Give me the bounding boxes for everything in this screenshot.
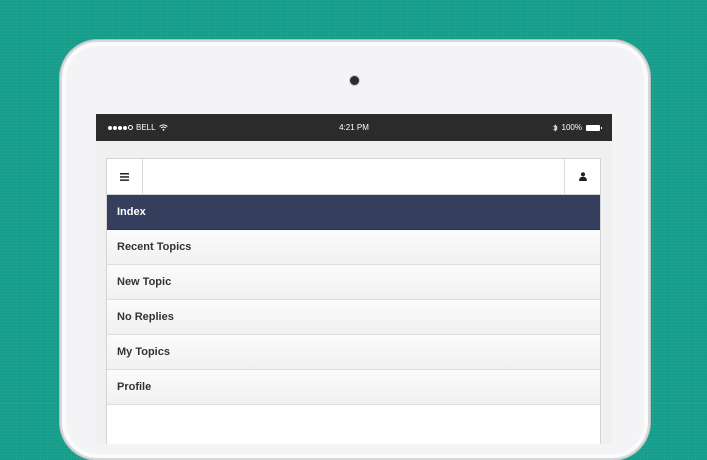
user-icon <box>578 172 587 181</box>
menu-button[interactable] <box>107 159 143 194</box>
battery-icon <box>586 124 602 131</box>
nav-item-profile[interactable]: Profile <box>107 370 600 405</box>
user-button[interactable] <box>564 159 600 194</box>
nav-item-label: New Topic <box>117 276 172 288</box>
status-bar: BELL 4:21 PM 100% <box>96 114 612 141</box>
nav-item-label: Index <box>117 206 146 218</box>
nav-item-no-replies[interactable]: No Replies <box>107 300 600 335</box>
status-right: 100% <box>552 123 602 132</box>
nav-item-label: No Replies <box>117 311 174 323</box>
camera-lens <box>350 76 359 85</box>
tablet-screen: BELL 4:21 PM 100% Index Recent Topics Ne… <box>96 114 612 444</box>
app-header <box>107 159 600 195</box>
hamburger-icon <box>120 172 129 181</box>
bluetooth-icon <box>552 123 558 132</box>
nav-item-my-topics[interactable]: My Topics <box>107 335 600 370</box>
tablet-frame: BELL 4:21 PM 100% Index Recent Topics Ne… <box>60 40 650 460</box>
nav-item-index[interactable]: Index <box>107 195 600 230</box>
nav-item-new-topic[interactable]: New Topic <box>107 265 600 300</box>
nav-item-recent-topics[interactable]: Recent Topics <box>107 230 600 265</box>
nav-item-label: My Topics <box>117 346 170 358</box>
nav-item-label: Profile <box>117 381 152 393</box>
battery-percent: 100% <box>561 123 582 132</box>
app-panel: Index Recent Topics New Topic No Replies… <box>106 158 601 444</box>
nav-item-label: Recent Topics <box>117 241 192 253</box>
status-time: 4:21 PM <box>339 123 369 132</box>
